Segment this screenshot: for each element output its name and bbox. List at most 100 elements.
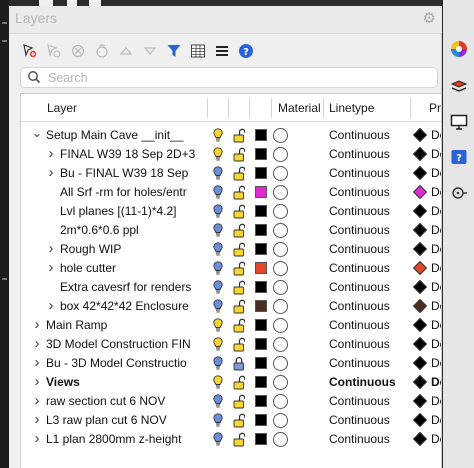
layer-row[interactable]: ›L1 plan 2800mm z-height Continuous Def (21, 430, 441, 449)
unlock-icon[interactable] (233, 375, 246, 390)
print-cell[interactable]: Def (431, 183, 441, 202)
chevron-right-icon[interactable]: › (45, 240, 57, 259)
print-cell[interactable]: Def (431, 316, 441, 335)
move-up-icon[interactable] (115, 41, 137, 61)
search-box[interactable] (20, 67, 438, 88)
print-color-diamond[interactable] (412, 374, 428, 390)
layer-name[interactable]: L3 raw plan cut 6 NOV (46, 411, 205, 430)
unlock-icon[interactable] (233, 280, 246, 295)
layer-name[interactable]: Main Ramp (46, 316, 205, 335)
layer-name[interactable]: Views (46, 373, 205, 392)
print-cell[interactable]: Def (431, 278, 441, 297)
linetype-cell[interactable]: Continuous (329, 145, 409, 164)
layer-color-swatch[interactable] (255, 167, 267, 179)
column-material[interactable]: Material (278, 94, 321, 122)
column-print[interactable]: Prin (429, 94, 441, 122)
chevron-right-icon[interactable]: › (45, 297, 57, 316)
print-color-diamond[interactable] (412, 336, 428, 352)
layer-row[interactable]: ›Rough WIP Continuous Def (21, 240, 441, 259)
layer-color-swatch[interactable] (255, 224, 267, 236)
lightbulb-off-icon[interactable] (213, 299, 223, 314)
unlock-icon[interactable] (233, 394, 246, 409)
layer-color-swatch[interactable] (255, 319, 267, 331)
layer-color-swatch[interactable] (255, 376, 267, 388)
print-color-diamond[interactable] (412, 393, 428, 409)
layer-row[interactable]: 2m*0.6*0.6 ppl Continuous Def (21, 221, 441, 240)
layer-name[interactable]: L1 plan 2800mm z-height (46, 430, 205, 449)
linetype-cell[interactable]: Continuous (329, 392, 409, 411)
layer-color-swatch[interactable] (255, 243, 267, 255)
print-cell[interactable]: Def (431, 354, 441, 373)
unlock-icon[interactable] (233, 299, 246, 314)
chevron-down-icon[interactable]: ⌄ (31, 126, 43, 145)
lightbulb-on-icon[interactable] (213, 375, 223, 390)
print-cell[interactable]: Def (431, 392, 441, 411)
material-circle-icon[interactable] (273, 242, 288, 257)
linetype-cell[interactable]: Continuous (329, 221, 409, 240)
print-cell[interactable]: Def (431, 126, 441, 145)
material-circle-icon[interactable] (273, 166, 288, 181)
unlock-icon[interactable] (233, 185, 246, 200)
chevron-right-icon[interactable]: › (31, 354, 43, 373)
print-color-diamond[interactable] (412, 241, 428, 257)
unlock-icon[interactable] (233, 318, 246, 333)
material-circle-icon[interactable] (273, 223, 288, 238)
layer-row[interactable]: ⌄Setup Main Cave __init__ Continuous Def (21, 126, 441, 145)
material-circle-icon[interactable] (273, 128, 288, 143)
material-circle-icon[interactable] (273, 299, 288, 314)
color-wheel-icon[interactable] (450, 40, 468, 58)
print-cell[interactable]: Def (431, 373, 441, 392)
layer-color-swatch[interactable] (255, 433, 267, 445)
lightbulb-on-icon[interactable] (213, 318, 223, 333)
material-circle-icon[interactable] (273, 375, 288, 390)
print-color-diamond[interactable] (412, 184, 428, 200)
help-icon[interactable]: ? (235, 41, 257, 61)
print-color-diamond[interactable] (412, 431, 428, 447)
print-color-diamond[interactable] (412, 165, 428, 181)
lightbulb-on-icon[interactable] (213, 337, 223, 352)
layer-name[interactable]: Bu - FINAL W39 18 Sep (60, 164, 205, 183)
layer-name[interactable]: Setup Main Cave __init__ (46, 126, 205, 145)
print-cell[interactable]: Def (431, 240, 441, 259)
gear-icon[interactable]: ⚙ (423, 9, 436, 27)
linetype-cell[interactable]: Continuous (329, 259, 409, 278)
material-circle-icon[interactable] (273, 261, 288, 276)
unlock-icon[interactable] (233, 261, 246, 276)
named-views-icon[interactable] (450, 184, 468, 202)
unlock-icon[interactable] (233, 147, 246, 162)
layer-row[interactable]: ›Bu - 3D Model Constructio Continuous Def (21, 354, 441, 373)
unlock-icon[interactable] (233, 242, 246, 257)
layer-row[interactable]: ›FINAL W39 18 Sep 2D+3 Continuous Def (21, 145, 441, 164)
unlock-icon[interactable] (233, 337, 246, 352)
layer-name[interactable]: 3D Model Construction FIN (46, 335, 205, 354)
layer-row[interactable]: All Srf -rm for holes/entr Continuous Def (21, 183, 441, 202)
delete-icon[interactable] (67, 41, 89, 61)
layer-color-swatch[interactable] (255, 186, 267, 198)
chevron-right-icon[interactable]: › (31, 373, 43, 392)
layer-name[interactable]: Bu - 3D Model Constructio (46, 354, 205, 373)
filter-off-icon[interactable] (91, 41, 113, 61)
layer-color-swatch[interactable] (255, 395, 267, 407)
print-color-diamond[interactable] (412, 222, 428, 238)
display-icon[interactable] (450, 113, 468, 131)
layer-name[interactable]: All Srf -rm for holes/entr (60, 183, 205, 202)
print-cell[interactable]: Def (431, 297, 441, 316)
lightbulb-off-icon[interactable] (213, 432, 223, 447)
chevron-right-icon[interactable]: › (31, 316, 43, 335)
linetype-cell[interactable]: Continuous (329, 297, 409, 316)
lock-icon[interactable] (233, 356, 245, 371)
print-cell[interactable]: Def (431, 221, 441, 240)
layer-name[interactable]: Lvl planes [(11-1)*4.2] (60, 202, 205, 221)
print-cell[interactable]: Def (431, 335, 441, 354)
lightbulb-off-icon[interactable] (213, 242, 223, 257)
help-tab-icon[interactable]: ? (450, 148, 468, 166)
linetype-cell[interactable]: Continuous (329, 126, 409, 145)
material-circle-icon[interactable] (273, 413, 288, 428)
layer-row[interactable]: ›raw section cut 6 NOV Continuous Def (21, 392, 441, 411)
unlock-icon[interactable] (233, 223, 246, 238)
print-color-diamond[interactable] (412, 203, 428, 219)
menu-icon[interactable] (211, 41, 233, 61)
lightbulb-on-icon[interactable] (213, 147, 223, 162)
layer-color-swatch[interactable] (255, 262, 267, 274)
layer-color-swatch[interactable] (255, 129, 267, 141)
